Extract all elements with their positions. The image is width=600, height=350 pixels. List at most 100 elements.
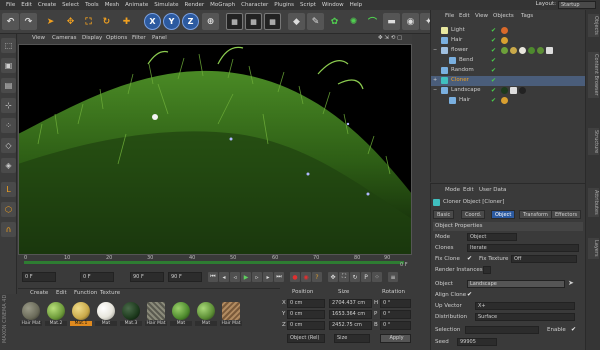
visibility-check-icon[interactable]: ✔: [491, 87, 496, 94]
menu-select[interactable]: Select: [62, 2, 79, 8]
fix-clone-checkbox[interactable]: ✔: [467, 255, 472, 262]
om-menu-objects[interactable]: Objects: [493, 13, 514, 19]
scene-icon[interactable]: ▬: [383, 13, 400, 30]
tab-object[interactable]: Object: [491, 210, 516, 219]
render-settings-icon[interactable]: ▦: [264, 13, 281, 30]
menu-plugins[interactable]: Plugins: [274, 2, 294, 8]
mat-menu-function[interactable]: Function: [74, 290, 97, 296]
material-swatch[interactable]: Mat: [195, 302, 217, 332]
render-view-icon[interactable]: ▦: [226, 13, 243, 30]
object-row-cloner-selected[interactable]: + Cloner ✔: [431, 76, 586, 86]
up-vector-select[interactable]: X+: [475, 302, 575, 310]
side-tab-content-browser[interactable]: Content Browser: [588, 52, 599, 98]
side-tab-attributes[interactable]: Attributes: [588, 188, 599, 217]
expand-icon[interactable]: −: [433, 47, 437, 53]
material-swatch[interactable]: Mat: [95, 302, 117, 332]
next-frame-icon[interactable]: ▹: [252, 272, 262, 282]
distribution-select[interactable]: Surface: [475, 313, 575, 321]
deformer-icon[interactable]: ⌒: [364, 13, 381, 30]
menu-animate[interactable]: Animate: [125, 2, 148, 8]
side-tab-layers[interactable]: Layers: [588, 238, 599, 259]
align-clone-checkbox[interactable]: ✔: [467, 291, 472, 298]
fix-texture-select[interactable]: Off: [511, 255, 577, 263]
pen-spline-icon[interactable]: ✎: [307, 13, 324, 30]
size-mode-select[interactable]: Size: [334, 334, 370, 343]
menu-script[interactable]: Script: [300, 2, 316, 8]
enable-axis-icon[interactable]: L: [1, 182, 16, 197]
expand-icon[interactable]: +: [433, 77, 437, 83]
size-y-field[interactable]: 1653.364 cm: [329, 310, 372, 319]
menu-character[interactable]: Character: [241, 2, 268, 8]
move-icon[interactable]: ✥: [62, 13, 79, 30]
max-frame-field[interactable]: 90 F: [168, 272, 202, 282]
end-frame-field[interactable]: 90 F: [130, 272, 164, 282]
menu-render[interactable]: Render: [185, 2, 205, 8]
snap-icon[interactable]: ⬡: [1, 202, 16, 217]
z-axis-button[interactable]: Z: [182, 13, 199, 30]
size-z-field[interactable]: 2452.75 cm: [329, 321, 372, 330]
material-swatch[interactable]: Mat.1: [70, 302, 92, 332]
material-swatch[interactable]: Mat.2: [45, 302, 67, 332]
material-tag-icon[interactable]: [510, 47, 517, 54]
material-tag-icon[interactable]: [501, 47, 508, 54]
viewport-3d[interactable]: [18, 44, 412, 255]
material-tag-icon[interactable]: [519, 47, 526, 54]
visibility-check-icon[interactable]: ✔: [491, 77, 496, 84]
am-menu-mode[interactable]: Mode: [445, 187, 460, 193]
mat-menu-edit[interactable]: Edit: [56, 290, 67, 296]
coordinate-system-icon[interactable]: ⊕: [202, 13, 219, 30]
am-menu-edit[interactable]: Edit: [463, 187, 474, 193]
render-instances-checkbox[interactable]: [483, 266, 491, 274]
rotation-b-field[interactable]: 0 °: [380, 321, 411, 330]
pla-key-icon[interactable]: ⁘: [372, 272, 382, 282]
go-start-icon[interactable]: ⏮: [208, 272, 218, 282]
position-x-field[interactable]: 0 cm: [287, 299, 325, 308]
material-swatch[interactable]: Hair Mat: [20, 302, 42, 332]
go-end-icon[interactable]: ⏭: [274, 272, 284, 282]
texture-mode-icon[interactable]: ▤: [1, 78, 16, 93]
object-link-field[interactable]: Landscape: [467, 280, 565, 288]
visibility-check-icon[interactable]: ✔: [491, 27, 496, 34]
material-tag-icon[interactable]: [528, 47, 535, 54]
tag-icon[interactable]: [501, 37, 508, 44]
om-menu-edit[interactable]: Edit: [459, 13, 470, 19]
cube-icon[interactable]: ◆: [288, 13, 305, 30]
seed-field[interactable]: 99905: [457, 338, 497, 346]
add-icon[interactable]: ✚: [118, 13, 135, 30]
object-row-landscape[interactable]: − Landscape ✔: [431, 86, 586, 96]
enable-checkbox[interactable]: ✔: [571, 326, 576, 333]
camera-icon[interactable]: ◉: [402, 13, 419, 30]
menu-help[interactable]: Help: [350, 2, 363, 8]
size-x-field[interactable]: 2704.437 cm: [329, 299, 372, 308]
x-axis-button[interactable]: X: [144, 13, 161, 30]
mode-select[interactable]: Object: [467, 233, 517, 241]
param-key-icon[interactable]: P: [361, 272, 371, 282]
rotate-key-icon[interactable]: ↻: [350, 272, 360, 282]
object-row-bend[interactable]: Bend ✔: [431, 56, 586, 66]
tag-icon[interactable]: [501, 97, 508, 104]
magnet-icon[interactable]: ∩: [1, 222, 16, 237]
tab-effectors[interactable]: Effectors: [551, 210, 582, 219]
current-frame-field[interactable]: 0 F: [80, 272, 114, 282]
side-tab-structure[interactable]: Structure: [588, 128, 599, 156]
object-row-flower[interactable]: − flower ✔: [431, 46, 586, 56]
start-frame-field[interactable]: 0 F: [22, 272, 56, 282]
visibility-check-icon[interactable]: ✔: [491, 67, 496, 74]
material-swatch[interactable]: Mat.3: [120, 302, 142, 332]
vp-menu-options[interactable]: Options: [106, 35, 127, 41]
menu-mograph[interactable]: MoGraph: [210, 2, 235, 8]
coord-mode-select[interactable]: Object (Rel): [287, 334, 325, 343]
om-menu-file[interactable]: File: [445, 13, 454, 19]
subdivision-icon[interactable]: ✿: [326, 13, 343, 30]
rotate-icon[interactable]: ↻: [98, 13, 115, 30]
visibility-check-icon[interactable]: ✔: [491, 47, 496, 54]
keyframe-selection-icon[interactable]: ?: [312, 272, 322, 282]
om-menu-view[interactable]: View: [475, 13, 488, 19]
object-row-random[interactable]: Random ✔: [431, 66, 586, 76]
points-mode-icon[interactable]: ⁘: [1, 118, 16, 133]
rotation-p-field[interactable]: 0 °: [380, 310, 411, 319]
mat-menu-create[interactable]: Create: [30, 290, 48, 296]
am-menu-user-data[interactable]: User Data: [479, 187, 506, 193]
expand-icon[interactable]: −: [433, 87, 437, 93]
array-icon[interactable]: ✺: [345, 13, 362, 30]
